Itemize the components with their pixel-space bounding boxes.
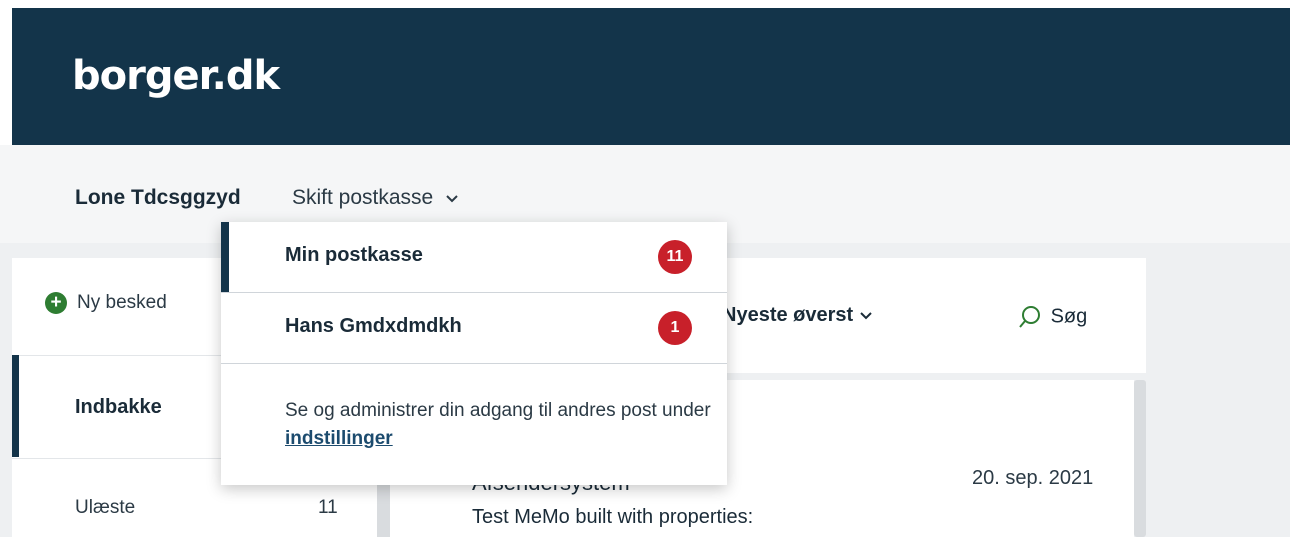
message-date: 20. sep. 2021 bbox=[972, 467, 1094, 489]
new-message-button[interactable]: + Ny besked bbox=[45, 292, 167, 314]
mailbox-option-label: Min postkasse bbox=[285, 244, 423, 266]
chevron-down-icon bbox=[445, 186, 459, 210]
search-label: Søg bbox=[1050, 305, 1088, 328]
unread-badge: 1 bbox=[658, 311, 692, 345]
mailbox-option-label: Hans Gmdxdmdkh bbox=[285, 315, 462, 337]
sidebar-item-unread[interactable]: Ulæste bbox=[75, 497, 135, 519]
mailbox-option-hans[interactable]: Hans Gmdxdmdkh 1 bbox=[221, 293, 727, 364]
sidebar-item-label: Indbakke bbox=[75, 396, 162, 418]
mailbox-dropdown: Min postkasse 11 Hans Gmdxdmdkh 1 Se og … bbox=[221, 222, 727, 485]
plus-icon: + bbox=[45, 292, 67, 314]
sort-dropdown[interactable]: Nyeste øverst bbox=[722, 304, 873, 327]
active-indicator bbox=[221, 222, 229, 292]
unread-badge: 11 bbox=[658, 240, 692, 274]
chevron-down-icon bbox=[859, 304, 873, 326]
site-header: borger.dk bbox=[12, 8, 1290, 145]
mailbox-option-own[interactable]: Min postkasse 11 bbox=[221, 222, 727, 293]
sort-label: Nyeste øverst bbox=[722, 304, 854, 326]
switch-mailbox-button[interactable]: Skift postkasse bbox=[292, 186, 459, 210]
settings-link[interactable]: indstillinger bbox=[285, 428, 393, 449]
switch-mailbox-label: Skift postkasse bbox=[292, 186, 434, 209]
new-message-label: Ny besked bbox=[77, 292, 167, 314]
search-button[interactable]: Søg bbox=[1018, 304, 1087, 330]
active-indicator bbox=[12, 355, 19, 457]
access-info-text: Se og administrer din adgang til andres … bbox=[285, 397, 715, 453]
message-scrollbar[interactable] bbox=[1134, 380, 1146, 537]
access-info-label: Se og administrer din adgang til andres … bbox=[285, 400, 711, 421]
message-subject: Test MeMo built with properties: bbox=[472, 506, 754, 528]
borger-logo[interactable]: borger.dk bbox=[72, 52, 280, 100]
search-icon bbox=[1018, 305, 1051, 328]
user-name: Lone Tdcsggzyd bbox=[75, 186, 241, 209]
unread-count: 11 bbox=[318, 497, 338, 518]
